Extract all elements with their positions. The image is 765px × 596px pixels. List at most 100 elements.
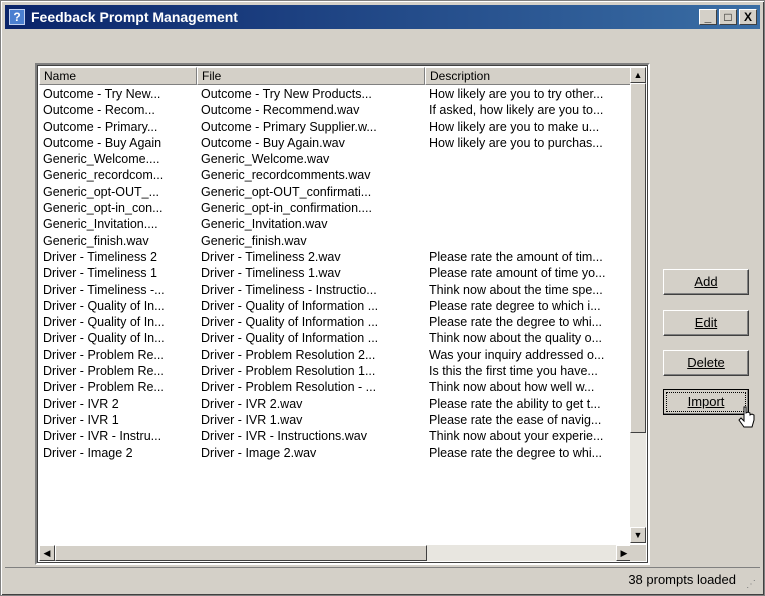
list-item[interactable]: Driver - Quality of In... Driver - Qualit…	[39, 314, 633, 330]
minimize-button[interactable]: _	[699, 9, 717, 25]
list-item[interactable]: Generic_recordcom... Generic_recordcommen…	[39, 167, 633, 183]
cell-file: Driver - Quality of Information ...	[201, 315, 379, 330]
horizontal-scroll-thumb[interactable]	[55, 545, 427, 561]
cell-name: Generic_finish.wav	[43, 233, 149, 248]
list-item[interactable]: Generic_Welcome.... Generic_Welcome.wav	[39, 151, 633, 167]
edit-button[interactable]: Edit	[663, 310, 749, 336]
cell-file: Outcome - Try New Products...	[201, 87, 372, 101]
cell-file: Generic_Invitation.wav	[201, 217, 328, 232]
cell-description: Think now about how well w...	[429, 380, 595, 395]
window-title: Feedback Prompt Management	[31, 9, 238, 25]
scroll-left-icon[interactable]: ◀	[39, 545, 55, 561]
cell-file: Driver - Problem Resolution - ...	[201, 380, 377, 395]
list-item[interactable]: Driver - Quality of In... Driver - Qualit…	[39, 298, 633, 314]
list-item[interactable]: Driver - Problem Re... Driver - Problem R…	[39, 379, 633, 395]
list-item[interactable]: Outcome - Buy Again Outcome - Buy Again.w…	[39, 135, 633, 151]
cell-description: If asked, how likely are you to...	[429, 103, 604, 118]
horizontal-scrollbar[interactable]: ◀ ▶	[39, 545, 632, 561]
cell-file: Driver - IVR 1.wav	[201, 412, 303, 427]
column-header-file[interactable]: File	[197, 67, 425, 85]
cell-description	[425, 216, 633, 232]
cell-name: Driver - Timeliness 2	[43, 249, 157, 264]
title-bar[interactable]: ? Feedback Prompt Management _ □ X	[5, 5, 760, 29]
cell-name: Driver - Timeliness -...	[43, 282, 165, 297]
scroll-up-icon[interactable]: ▲	[630, 67, 646, 83]
cell-file: Driver - Timeliness - Instructio...	[201, 282, 377, 297]
cell-name: Generic_Welcome....	[43, 152, 160, 167]
cell-name: Generic_opt-OUT_...	[43, 184, 160, 199]
list-item[interactable]: Driver - IVR - Instru... Driver - IVR - I…	[39, 428, 633, 444]
resize-grip-icon[interactable]: ⋰	[746, 579, 756, 590]
feedback-prompt-window: ? Feedback Prompt Management _ □ X Name …	[0, 0, 765, 596]
cell-name: Outcome - Primary...	[43, 119, 158, 134]
list-item[interactable]: Outcome - Recom... Outcome - Recommend.wa…	[39, 102, 633, 118]
cell-name: Driver - Problem Re...	[43, 364, 164, 379]
list-item[interactable]: Generic_finish.wav Generic_finish.wav	[39, 233, 633, 249]
cell-name: Driver - Problem Re...	[43, 380, 164, 395]
maximize-button[interactable]: □	[719, 9, 737, 25]
list-rows: Outcome - Try New... Outcome - Try New Pr…	[39, 86, 633, 461]
cell-description	[425, 184, 633, 200]
list-item[interactable]: Generic_opt-in_con... Generic_opt-in_conf…	[39, 200, 633, 216]
cell-name: Driver - Quality of In...	[43, 298, 165, 313]
cell-name: Driver - Quality of In...	[43, 331, 165, 346]
list-item[interactable]: Driver - Image 2 Driver - Image 2.wav Plea…	[39, 445, 633, 461]
cell-file: Driver - IVR 2.wav	[201, 396, 303, 411]
cell-description	[425, 233, 633, 249]
list-item[interactable]: Outcome - Try New... Outcome - Try New Pr…	[39, 86, 633, 102]
cell-description: Is this the first time you have...	[429, 364, 598, 379]
cell-name: Driver - Image 2	[43, 445, 133, 460]
vertical-scrollbar[interactable]: ▲ ▼	[630, 67, 646, 543]
cell-file: Generic_finish.wav	[201, 233, 307, 248]
list-item[interactable]: Driver - Problem Re... Driver - Problem R…	[39, 363, 633, 379]
cell-name: Generic_opt-in_con...	[43, 201, 163, 216]
cell-name: Generic_Invitation....	[43, 217, 158, 232]
cell-description: Please rate the amount of tim...	[429, 249, 603, 264]
cell-file: Driver - IVR - Instructions.wav	[201, 429, 368, 444]
cell-description: Please rate the degree to whi...	[429, 445, 603, 460]
cell-name: Generic_recordcom...	[43, 168, 164, 183]
cell-name: Outcome - Try New...	[43, 87, 161, 101]
scroll-down-icon[interactable]: ▼	[630, 527, 646, 543]
list-item[interactable]: Outcome - Primary... Outcome - Primary Su…	[39, 119, 633, 135]
status-bar: 38 prompts loaded ⋰	[5, 567, 760, 592]
column-header-description[interactable]: Description	[425, 67, 633, 85]
vertical-scroll-thumb[interactable]	[630, 83, 646, 433]
cell-file: Outcome - Buy Again.wav	[201, 135, 345, 150]
list-item[interactable]: Driver - Quality of In... Driver - Qualit…	[39, 330, 633, 346]
prompt-list[interactable]: Name File Description Outcome - Try New.…	[35, 63, 650, 565]
cell-description: Please rate amount of time yo...	[429, 266, 606, 281]
cell-file: Generic_recordcomments.wav	[201, 168, 371, 183]
cell-name: Driver - Problem Re...	[43, 347, 164, 362]
add-button[interactable]: Add	[663, 269, 749, 295]
cell-file: Outcome - Primary Supplier.w...	[201, 119, 377, 134]
list-item[interactable]: Generic_opt-OUT_... Generic_opt-OUT_confi…	[39, 184, 633, 200]
cell-name: Driver - IVR 2	[43, 396, 119, 411]
cell-name: Driver - Quality of In...	[43, 315, 165, 330]
cell-description: Please rate the degree to whi...	[429, 315, 603, 330]
cell-description: Please rate the ability to get t...	[429, 396, 601, 411]
cell-file: Driver - Timeliness 1.wav	[201, 266, 341, 281]
cell-file: Driver - Quality of Information ...	[201, 331, 379, 346]
cell-name: Driver - IVR - Instru...	[43, 429, 162, 444]
close-button[interactable]: X	[739, 9, 757, 25]
cell-description: Please rate degree to which i...	[429, 298, 601, 313]
cell-file: Driver - Problem Resolution 1...	[201, 364, 376, 379]
cell-description: Think now about your experie...	[429, 429, 604, 444]
cell-file: Generic_opt-OUT_confirmati...	[201, 184, 372, 199]
cell-name: Outcome - Recom...	[43, 103, 155, 118]
cell-description	[425, 151, 633, 167]
list-item[interactable]: Driver - Timeliness -... Driver - Timelin…	[39, 282, 633, 298]
list-item[interactable]: Generic_Invitation.... Generic_Invitation…	[39, 216, 633, 232]
cell-description: Please rate the ease of navig...	[429, 412, 602, 427]
list-item[interactable]: Driver - Timeliness 1 Driver - Timeliness…	[39, 265, 633, 281]
list-item[interactable]: Driver - Timeliness 2 Driver - Timeliness…	[39, 249, 633, 265]
list-item[interactable]: Driver - IVR 1 Driver - IVR 1.wav Please r…	[39, 412, 633, 428]
column-header-name[interactable]: Name	[39, 67, 197, 85]
status-text: 38 prompts loaded	[628, 572, 736, 587]
list-item[interactable]: Driver - Problem Re... Driver - Problem R…	[39, 347, 633, 363]
scroll-corner	[630, 545, 646, 561]
list-item[interactable]: Driver - IVR 2 Driver - IVR 2.wav Please r…	[39, 396, 633, 412]
cell-file: Driver - Timeliness 2.wav	[201, 249, 341, 264]
delete-button[interactable]: Delete	[663, 350, 749, 376]
